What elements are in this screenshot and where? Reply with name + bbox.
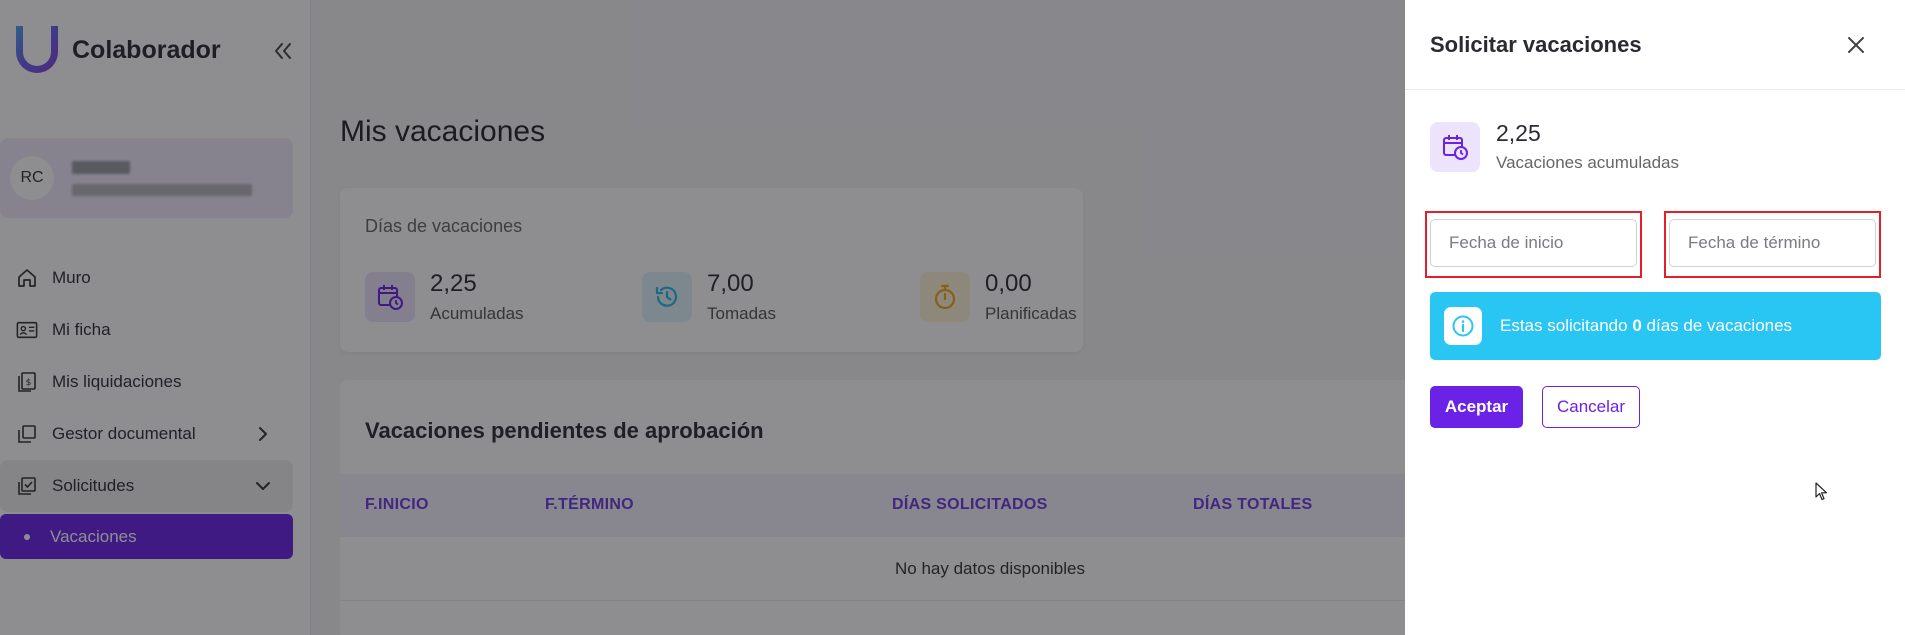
info-prefix: Estas solicitando — [1500, 316, 1628, 335]
info-icon — [1444, 307, 1482, 345]
end-date-highlight — [1664, 211, 1881, 278]
accumulated-value: 2,25 — [1496, 120, 1541, 146]
request-vacation-drawer: Solicitar vacaciones 2,25 Vacaciones acu… — [1405, 0, 1905, 635]
info-suffix: días de vacaciones — [1646, 316, 1793, 335]
close-icon — [1848, 37, 1864, 53]
cancel-button[interactable]: Cancelar — [1542, 386, 1640, 428]
info-alert: Estas solicitando 0 días de vacaciones — [1430, 292, 1881, 360]
requested-days-count: 0 — [1632, 316, 1642, 335]
info-text: Estas solicitando 0 días de vacaciones — [1500, 316, 1792, 336]
accumulated-summary: 2,25 Vacaciones acumuladas — [1430, 120, 1679, 173]
start-date-input[interactable] — [1430, 219, 1637, 267]
start-date-highlight — [1425, 211, 1642, 278]
close-drawer-button[interactable] — [1843, 32, 1869, 58]
drawer-title: Solicitar vacaciones — [1430, 32, 1642, 57]
calendar-clock-icon — [1430, 121, 1480, 172]
mouse-pointer-icon — [1815, 482, 1829, 507]
drawer-header: Solicitar vacaciones — [1405, 0, 1905, 90]
end-date-input[interactable] — [1669, 219, 1876, 267]
accumulated-label: Vacaciones acumuladas — [1496, 153, 1680, 172]
accept-button[interactable]: Aceptar — [1430, 386, 1523, 428]
